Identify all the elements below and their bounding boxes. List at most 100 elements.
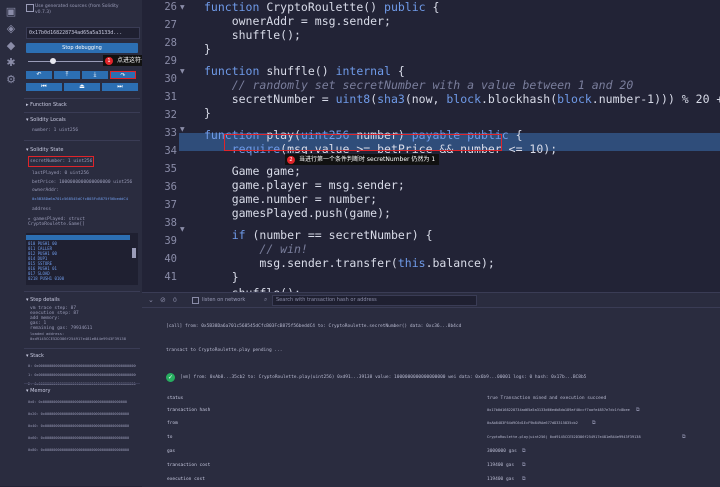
fold-arrow-icon[interactable]: ▼ bbox=[180, 226, 185, 233]
fold-arrow-icon[interactable]: ▼ bbox=[180, 4, 185, 11]
debugger-panel: Use generated sources (from Solidity v0.… bbox=[22, 0, 143, 486]
code-line: Game game; bbox=[204, 164, 301, 178]
memory-item: 0x60: 0x00000000000000000000000000000000… bbox=[28, 436, 130, 440]
copy-icon[interactable]: ⧉ bbox=[682, 434, 686, 440]
deploy-icon[interactable]: ◆ bbox=[4, 39, 18, 53]
state-owner-addr-value: 0x5B38Da6a701c568545dCfcB03FcB875f56bedd… bbox=[32, 196, 129, 201]
step-over-back-button[interactable]: ⤒ bbox=[54, 71, 80, 79]
terminal-panel: ⌄ ⊘ 0 listen on network ⌕ Search with tr… bbox=[142, 292, 720, 487]
line-number: 34 bbox=[164, 145, 177, 157]
state-address-type: address bbox=[32, 207, 51, 212]
require-line-highlight-box bbox=[224, 134, 502, 151]
step-back-button[interactable]: ↶ bbox=[26, 71, 52, 79]
step-details-header[interactable]: ▾ Step details bbox=[26, 297, 60, 303]
terminal-call-log[interactable]: [call] from: 0x5B38Da6a701c568545dCfcB03… bbox=[166, 324, 461, 329]
tx-field-value: 119400 gas bbox=[487, 463, 515, 468]
code-line: game.player = msg.sender; bbox=[204, 178, 405, 192]
state-bet-price: betPrice: 1000000000000000000 uint256 bbox=[32, 180, 133, 185]
step-detail: loaded address: 0xd9145CCE52D386f254917e… bbox=[30, 331, 127, 341]
listen-on-network-label: listen on network bbox=[202, 297, 246, 303]
opcode-item[interactable]: 0218 PUSH1 0100 bbox=[28, 276, 64, 281]
jump-previous-breakpoint-button[interactable]: ⏮ bbox=[26, 83, 62, 91]
line-number: 38 bbox=[164, 217, 177, 229]
line-number: 41 bbox=[164, 271, 177, 283]
tx-field-key: transaction cost bbox=[167, 463, 211, 468]
tx-field-value: true Transaction mined and execution suc… bbox=[487, 396, 607, 401]
debugger-icon[interactable]: ✱ bbox=[4, 56, 18, 70]
code-line: ownerAddr = msg.sender; bbox=[204, 14, 391, 28]
copy-icon[interactable]: ⧉ bbox=[636, 407, 640, 413]
fold-arrow-icon[interactable]: ▼ bbox=[180, 68, 185, 75]
copy-icon[interactable]: ⧉ bbox=[592, 420, 596, 426]
compiler-icon[interactable]: ◈ bbox=[4, 22, 18, 36]
code-line: function shuffle() internal { bbox=[204, 64, 405, 78]
copy-icon[interactable]: ⧉ bbox=[522, 462, 526, 468]
secret-number-highlight-box bbox=[28, 156, 94, 167]
state-last-played: lastPlayed: 0 uint256 bbox=[32, 171, 89, 176]
jump-out-button[interactable]: ⏏ bbox=[64, 83, 100, 91]
tx-field-value: 3000000 gas bbox=[487, 449, 517, 454]
tx-field-value: 0x17b0d168228734ad65a5a3133d66edb8da189a… bbox=[487, 408, 630, 412]
code-line: if (number == secretNumber) { bbox=[231, 228, 433, 242]
success-check-icon: ✓ bbox=[166, 373, 175, 382]
collapse-terminal-icon[interactable]: ⌄ bbox=[148, 296, 154, 304]
step-into-button[interactable]: ⤓ bbox=[82, 71, 108, 79]
tx-field-value: CryptoRoulette.play(uint256) 0xd9145CCE5… bbox=[487, 435, 641, 439]
terminal-toolbar: ⌄ ⊘ 0 listen on network ⌕ Search with tr… bbox=[142, 293, 720, 308]
line-number: 30 bbox=[164, 73, 177, 85]
solidity-state-header[interactable]: ▾ Solidity State bbox=[26, 147, 63, 153]
line-number: 28 bbox=[164, 37, 177, 49]
solidity-locals-header[interactable]: ▾ Solidity Locals bbox=[26, 117, 66, 123]
state-owner-addr: ownerAddr: bbox=[32, 188, 60, 193]
tx-field-value: 119400 gas bbox=[487, 477, 515, 482]
listen-on-network-checkbox[interactable] bbox=[192, 297, 199, 304]
line-number: 37 bbox=[164, 199, 177, 211]
clear-terminal-icon[interactable]: ⊘ bbox=[160, 296, 166, 304]
transaction-hash-input[interactable]: 0x17b0d168228734ad65a5a3133d... bbox=[26, 27, 140, 39]
terminal-vm-log[interactable]: [vm] from: 0xAb8...35cb2 to: CryptoRoule… bbox=[180, 375, 586, 380]
tx-field-key: to bbox=[167, 435, 173, 440]
code-line: // randomly set secretNumber with a valu… bbox=[231, 78, 634, 92]
line-number: 35 bbox=[164, 163, 177, 175]
code-line: function CryptoRoulette() public { bbox=[204, 0, 440, 14]
opcode-scrollbar[interactable] bbox=[132, 248, 136, 258]
jump-next-breakpoint-button[interactable]: ⏭ bbox=[102, 83, 138, 91]
settings-icon[interactable]: ⚙ bbox=[4, 73, 18, 87]
opcode-selected-row bbox=[26, 235, 130, 240]
step-over-forward-button[interactable]: ↷ bbox=[110, 71, 136, 79]
line-number: 39 bbox=[164, 235, 177, 247]
code-line: } bbox=[204, 270, 239, 284]
use-generated-sources-label: Use generated sources (from Solidity v0.… bbox=[35, 4, 119, 15]
icon-sidebar: ▣ ◈ ◆ ✱ ⚙ bbox=[0, 0, 22, 486]
line-number: 31 bbox=[164, 91, 177, 103]
tx-field-value: 0xAb8483F64d9C6d1EcF9b849Ae677dD3315835c… bbox=[487, 421, 578, 425]
use-generated-sources-checkbox[interactable] bbox=[26, 4, 34, 12]
line-number: 27 bbox=[164, 19, 177, 31]
tx-field-key: transaction hash bbox=[167, 408, 211, 413]
callout-text: 当进行第一个条件判断时 secretNumber 仍然为 1 bbox=[299, 156, 436, 163]
tx-field-key: from bbox=[167, 421, 178, 426]
file-explorer-icon[interactable]: ▣ bbox=[4, 5, 18, 19]
stack-header[interactable]: ▾ Stack bbox=[26, 353, 44, 359]
copy-icon[interactable]: ⧉ bbox=[522, 476, 526, 482]
memory-item: 0x40: 0x00000000000000000000000000000000… bbox=[28, 424, 130, 428]
state-games-played: ▸ gamesPlayed: struct CryptoRoulette.Gam… bbox=[28, 217, 85, 227]
stack-item: 1: 0x00000000000000000000000000000000000… bbox=[28, 373, 136, 377]
code-line: secretNumber = uint8(sha3(now, block.blo… bbox=[204, 92, 720, 106]
line-gutter: 26 27 28 29 30 31 32 33 34 35 36 37 38 3… bbox=[142, 0, 190, 292]
code-line: msg.sender.transfer(this.balance); bbox=[204, 256, 495, 270]
callout-secret-number: 2 当进行第一个条件判断时 secretNumber 仍然为 1 bbox=[285, 154, 440, 165]
stop-debugging-button[interactable]: Stop debugging bbox=[26, 43, 138, 53]
stack-item: 0: 0x00000000000000000000000000000000000… bbox=[28, 364, 136, 368]
terminal-search-input[interactable]: Search with transaction hash or address bbox=[272, 295, 477, 306]
copy-icon[interactable]: ⧉ bbox=[522, 448, 526, 454]
memory-header[interactable]: ▾ Memory bbox=[26, 388, 50, 394]
line-number: 26 bbox=[164, 1, 177, 13]
code-line: } bbox=[204, 106, 211, 120]
function-stack-header[interactable]: ▸ Function Stack bbox=[26, 102, 67, 108]
fold-arrow-icon[interactable]: ▼ bbox=[180, 126, 185, 133]
local-number: number: 1 uint256 bbox=[32, 128, 79, 133]
step-slider-handle[interactable] bbox=[50, 58, 56, 64]
terminal-pending-log: transact to CryptoRoulette.play pending … bbox=[166, 348, 283, 353]
code-line: game.number = number; bbox=[204, 192, 378, 206]
